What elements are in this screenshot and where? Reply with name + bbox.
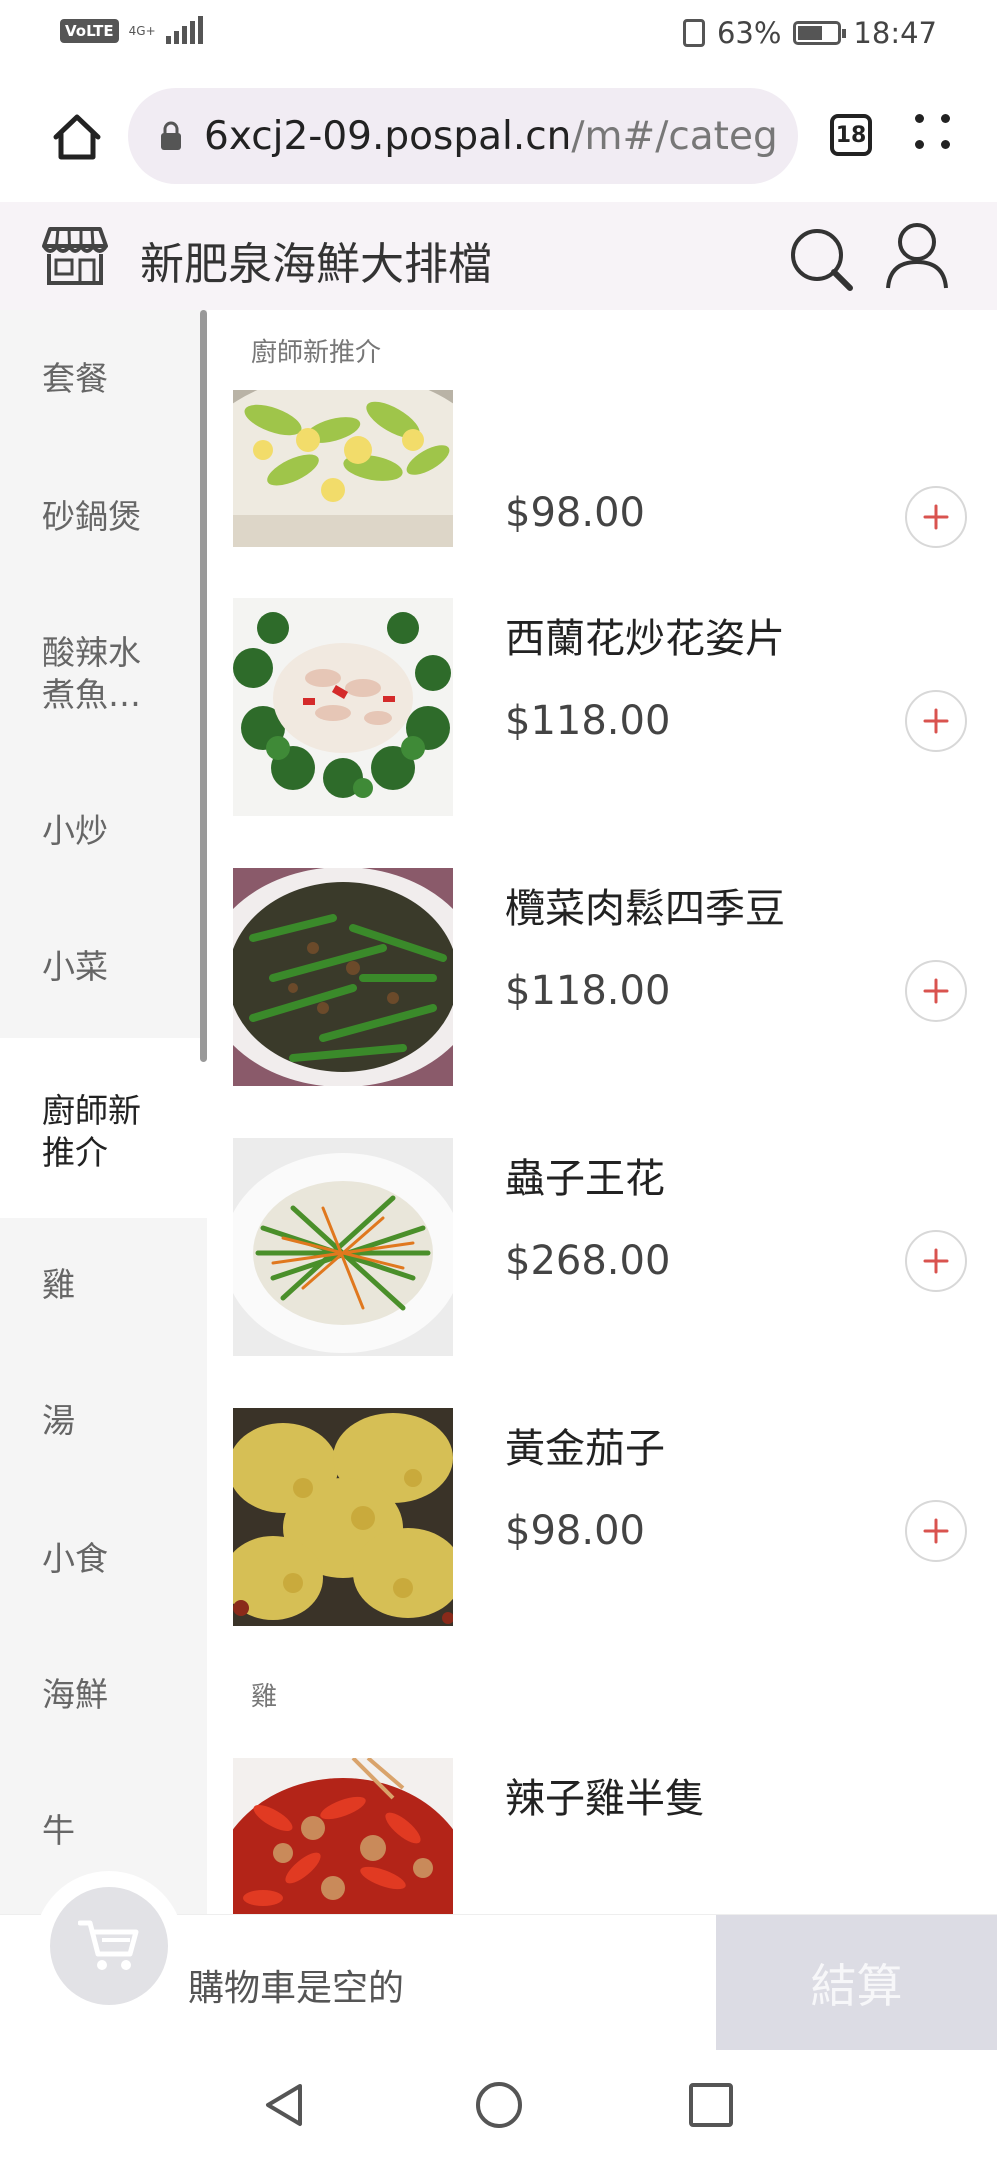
plus-icon <box>923 1248 949 1274</box>
shopping-cart-icon <box>78 1920 139 1970</box>
product-image[interactable] <box>233 1758 453 1914</box>
sidebar-item[interactable]: 海鮮 <box>0 1674 207 1716</box>
product-price: $98.00 <box>505 1508 645 1554</box>
product-card[interactable]: 西蘭花炒花姿片 $118.00 <box>233 598 983 818</box>
sidebar-item-active[interactable]: 廚師新推介 <box>0 1038 207 1218</box>
product-name: 黃金茄子 <box>505 1426 665 1472</box>
search-icon[interactable] <box>788 226 854 292</box>
cart-bar: 購物車是空的 結算 <box>0 1871 997 2051</box>
plus-icon <box>923 504 949 530</box>
product-image[interactable] <box>233 598 453 816</box>
url-host: 6xcj2-09.pospal.cn <box>204 113 572 159</box>
product-card[interactable]: 蟲子王花 $268.00 <box>233 1138 983 1358</box>
section-title: 雞 <box>251 1682 278 1712</box>
home-icon[interactable] <box>50 110 104 164</box>
product-card[interactable]: 辣子雞半隻 <box>233 1758 983 1914</box>
add-button[interactable] <box>905 1500 967 1562</box>
sidebar-item[interactable]: 雞 <box>0 1264 207 1306</box>
sidebar-scrollbar[interactable] <box>200 310 207 1062</box>
menu-icon[interactable] <box>915 114 955 154</box>
lock-icon <box>161 121 181 150</box>
cart-button[interactable] <box>34 1871 184 2021</box>
status-bar: VoLTE 4G+ 63% 18:47 <box>0 0 997 70</box>
navigation-bar <box>0 2050 997 2160</box>
product-card[interactable]: $98.00 <box>233 390 983 548</box>
category-sidebar: 套餐 砂鍋煲 酸辣水煮魚… 小炒 小菜 廚師新推介 雞 湯 小食 海鮮 牛 <box>0 310 207 1914</box>
battery-percent: 63% <box>716 16 782 50</box>
product-image[interactable] <box>233 390 453 547</box>
add-button[interactable] <box>905 486 967 548</box>
address-bar[interactable]: 6xcj2-09.pospal.cn/m#/categ <box>128 88 798 184</box>
product-price: $98.00 <box>505 490 645 536</box>
add-button[interactable] <box>905 1230 967 1292</box>
product-card[interactable]: 欖菜肉鬆四季豆 $118.00 <box>233 868 983 1088</box>
section-title: 廚師新推介 <box>251 338 382 368</box>
battery-fill <box>798 26 823 40</box>
network-type: 4G+ <box>128 24 156 38</box>
sidebar-item[interactable]: 酸辣水煮魚… <box>0 632 207 716</box>
plus-icon <box>923 978 949 1004</box>
cart-status: 購物車是空的 <box>188 1968 405 2009</box>
add-button[interactable] <box>905 960 967 1022</box>
user-icon[interactable] <box>884 222 950 292</box>
plus-icon <box>923 708 949 734</box>
sidebar-item[interactable]: 砂鍋煲 <box>0 496 207 538</box>
product-image[interactable] <box>233 868 453 1086</box>
product-image[interactable] <box>233 1138 453 1356</box>
url-text: 6xcj2-09.pospal.cn/m#/categ <box>204 114 778 159</box>
cart-icon-circle <box>50 1887 168 2005</box>
product-name: 西蘭花炒花姿片 <box>505 616 785 662</box>
volte-badge: VoLTE <box>60 19 119 43</box>
product-image[interactable] <box>233 1408 453 1626</box>
clock: 18:47 <box>853 16 937 50</box>
status-left: VoLTE 4G+ <box>60 16 203 44</box>
product-price: $118.00 <box>505 968 671 1014</box>
sidebar-item[interactable]: 小菜 <box>0 946 207 988</box>
plus-icon <box>923 1518 949 1544</box>
store-icon[interactable] <box>42 226 108 286</box>
checkout-button[interactable]: 結算 <box>716 1915 997 2051</box>
product-name: 辣子雞半隻 <box>505 1776 705 1822</box>
sidebar-item[interactable]: 小食 <box>0 1538 207 1580</box>
store-name: 新肥泉海鮮大排檔 <box>140 239 492 290</box>
status-right: 63% 18:47 <box>682 16 937 50</box>
sidebar-item[interactable]: 套餐 <box>0 358 207 400</box>
tab-switcher-button[interactable]: 18 <box>830 114 872 156</box>
vibrate-icon <box>682 19 705 47</box>
product-price: $118.00 <box>505 698 671 744</box>
browser-toolbar: 6xcj2-09.pospal.cn/m#/categ 18 <box>0 70 997 202</box>
product-price: $268.00 <box>505 1238 671 1284</box>
recent-apps-icon[interactable] <box>686 2080 736 2130</box>
product-list: 廚師新推介 $98.00 西蘭花炒花姿片 $118.00 欖菜肉鬆四季豆 $11… <box>207 310 997 1914</box>
back-icon[interactable] <box>260 2080 310 2130</box>
sidebar-item[interactable]: 湯 <box>0 1400 207 1442</box>
product-name: 蟲子王花 <box>505 1156 665 1202</box>
url-path: /m#/categ <box>571 113 778 159</box>
product-name: 欖菜肉鬆四季豆 <box>505 886 785 932</box>
battery-icon <box>793 21 847 45</box>
signal-icon <box>165 16 203 44</box>
product-card[interactable]: 黃金茄子 $98.00 <box>233 1408 983 1628</box>
store-header: 新肥泉海鮮大排檔 <box>0 202 997 310</box>
add-button[interactable] <box>905 690 967 752</box>
home-nav-icon[interactable] <box>474 2080 524 2130</box>
sidebar-item[interactable]: 小炒 <box>0 810 207 852</box>
sidebar-item[interactable]: 牛 <box>0 1810 207 1852</box>
